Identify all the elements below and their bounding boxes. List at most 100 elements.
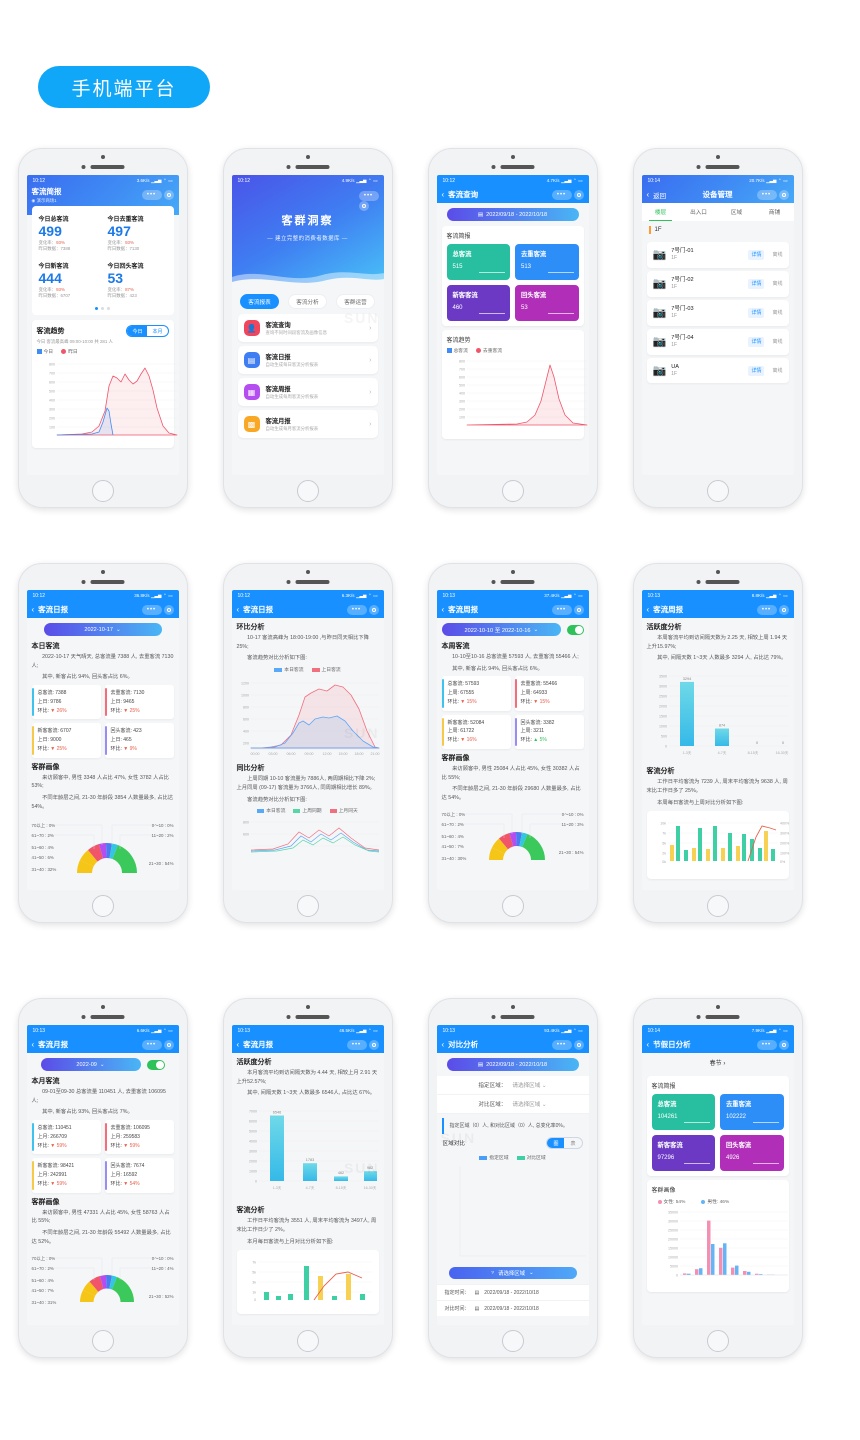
home-button[interactable] [91, 895, 114, 917]
more-button[interactable]: ••• [346, 1039, 367, 1050]
stat-dedup-today[interactable]: 今日去重客流 497 变化率：93% 昨日数据：7130 [103, 210, 172, 257]
device-row[interactable]: 📷 UA 1F 详情 离线 [646, 357, 789, 384]
view-table[interactable]: 表 [564, 1138, 581, 1148]
tab-operations[interactable]: 客群运营 [336, 294, 375, 309]
close-button[interactable] [368, 1039, 379, 1050]
close-button[interactable] [778, 604, 789, 615]
date-range-picker[interactable]: ▤ 2022/09/18 - 2022/10/18 [446, 1058, 579, 1071]
more-button[interactable]: ••• [141, 1039, 162, 1050]
back-icon[interactable]: ‹ [237, 605, 240, 614]
back-icon[interactable]: ‹ [442, 1040, 445, 1049]
device-detail-button[interactable]: 详情 [748, 336, 765, 347]
card-dedup-flow[interactable]: 去重客流 102222 [720, 1094, 784, 1130]
device-row[interactable]: 📷 7号门-03 1F 详情 离线 [646, 299, 789, 326]
month-picker[interactable]: 2022-09 ⌄ [40, 1058, 141, 1071]
device-tabs[interactable]: 楼层 出入口 区域 商铺 [641, 203, 794, 221]
back-icon[interactable]: ‹ [647, 605, 650, 614]
close-button[interactable] [573, 1039, 584, 1050]
view-mode-toggle[interactable]: 图 表 [546, 1137, 583, 1149]
tab-analysis[interactable]: 客流分析 [288, 294, 327, 309]
mini-program-capsule[interactable]: ••• [756, 1039, 789, 1050]
stat-return-today[interactable]: 今日回头客流 53 变化率：87% 昨日数据：423 [103, 257, 172, 304]
report-toggle-switch[interactable] [146, 1059, 165, 1070]
close-button[interactable] [358, 201, 369, 211]
menu-item-daily[interactable]: ▤ 客流日报 自动生成每日客流分析报表 › [237, 346, 378, 374]
home-button[interactable] [706, 1330, 729, 1352]
card-return-flow[interactable]: 回头客流 53 [515, 285, 579, 321]
more-button[interactable]: ••• [756, 189, 777, 200]
home-button[interactable] [706, 480, 729, 502]
device-detail-button[interactable]: 详情 [748, 278, 765, 289]
date-range-picker[interactable]: ▤ 2022/09/18 - 2022/10/18 [446, 208, 579, 221]
home-button[interactable] [501, 895, 524, 917]
insight-tabs[interactable]: 客流报表 客流分析 客群运营 [236, 294, 380, 309]
tab-shop[interactable]: 商铺 [756, 203, 794, 221]
mini-program-capsule[interactable]: ••• [551, 189, 584, 200]
menu-item-query[interactable]: 👤 客流查询 查询不同时间段客流及画像信息 › [237, 314, 378, 342]
date-picker[interactable]: 2022-10-17 ⌄ [43, 623, 162, 636]
more-button[interactable]: ••• [141, 189, 162, 200]
home-button[interactable] [91, 1330, 114, 1352]
home-button[interactable] [501, 480, 524, 502]
stat-new-today[interactable]: 今日新客流 444 变化率：93% 昨日数据：6707 [34, 257, 103, 304]
close-button[interactable] [163, 1039, 174, 1050]
more-button[interactable]: ••• [551, 604, 572, 615]
back-icon[interactable]: ‹ [647, 1040, 650, 1049]
mini-program-capsule[interactable]: ••• [358, 191, 379, 211]
more-button[interactable]: ••• [756, 604, 777, 615]
device-detail-button[interactable]: 详情 [748, 307, 765, 318]
device-detail-button[interactable]: 详情 [748, 249, 765, 260]
close-button[interactable] [778, 189, 789, 200]
card-total-flow[interactable]: 总客流 515 [446, 244, 510, 280]
more-button[interactable]: ••• [141, 604, 162, 615]
home-button[interactable] [296, 895, 319, 917]
device-row[interactable]: 📷 7号门-02 1F 详情 离线 [646, 270, 789, 297]
card-new-flow[interactable]: 新客客流 97296 [651, 1135, 715, 1171]
home-button[interactable] [91, 480, 114, 502]
target-area-row[interactable]: 指定区域： 请选择区域 ⌄ [436, 1076, 589, 1095]
week-picker[interactable]: 2022-10-10 至 2022-10-16 ⌄ [441, 623, 562, 636]
mini-program-capsule[interactable]: ••• [346, 604, 379, 615]
trend-range-toggle[interactable]: 今日 本月 [126, 325, 169, 338]
home-button[interactable] [501, 1330, 524, 1352]
card-return-flow[interactable]: 回头客流 4926 [720, 1135, 784, 1171]
mini-program-capsule[interactable]: ••• [141, 189, 174, 200]
more-button[interactable]: ••• [358, 191, 379, 201]
home-button[interactable] [296, 480, 319, 502]
close-button[interactable] [778, 1039, 789, 1050]
tab-reports[interactable]: 客流报表 [240, 294, 279, 309]
target-area-select[interactable]: 请选择区域 ⌄ [512, 1081, 546, 1089]
compare-area-select[interactable]: 请选择区域 ⌄ [512, 1100, 546, 1108]
card-total-flow[interactable]: 总客流 104261 [651, 1094, 715, 1130]
compare-area-row[interactable]: 对比区域： 请选择区域 ⌄ [436, 1095, 589, 1114]
menu-item-monthly[interactable]: ▩ 客流月报 自动生成每月客流分析报表 › [237, 410, 378, 438]
more-button[interactable]: ••• [346, 604, 367, 615]
toggle-month[interactable]: 本月 [147, 326, 167, 336]
close-button[interactable] [368, 604, 379, 615]
mini-program-capsule[interactable]: ••• [346, 1039, 379, 1050]
tab-floor[interactable]: 楼层 [642, 203, 680, 221]
back-icon[interactable]: ‹ [647, 190, 650, 199]
tab-area[interactable]: 区域 [718, 203, 756, 221]
tab-entrance[interactable]: 出入口 [680, 203, 718, 221]
card-new-flow[interactable]: 新客客流 460 [446, 285, 510, 321]
compare-time-row[interactable]: 对比时间： ▤ 2022/09/18 - 2022/10/18 [436, 1300, 589, 1316]
stat-total-today[interactable]: 今日总客流 499 变化率：93% 昨日数据：7388 [34, 210, 103, 257]
back-icon[interactable]: ‹ [442, 190, 445, 199]
holiday-selector[interactable]: 春节 › [641, 1053, 794, 1072]
close-button[interactable] [573, 604, 584, 615]
report-toggle-switch[interactable] [567, 624, 584, 635]
toggle-today[interactable]: 今日 [127, 326, 148, 337]
close-button[interactable] [573, 189, 584, 200]
close-button[interactable] [163, 189, 174, 200]
home-button[interactable] [706, 895, 729, 917]
device-row[interactable]: 📷 7号门-01 1F 详情 离线 [646, 242, 789, 268]
back-label[interactable]: 返回 [653, 190, 666, 200]
back-icon[interactable]: ‹ [237, 1040, 240, 1049]
carousel-dots[interactable] [34, 304, 172, 311]
back-icon[interactable]: ‹ [442, 605, 445, 614]
mini-program-capsule[interactable]: ••• [551, 604, 584, 615]
view-chart[interactable]: 图 [547, 1138, 565, 1148]
more-button[interactable]: ••• [551, 1039, 572, 1050]
more-button[interactable]: ••• [551, 189, 572, 200]
